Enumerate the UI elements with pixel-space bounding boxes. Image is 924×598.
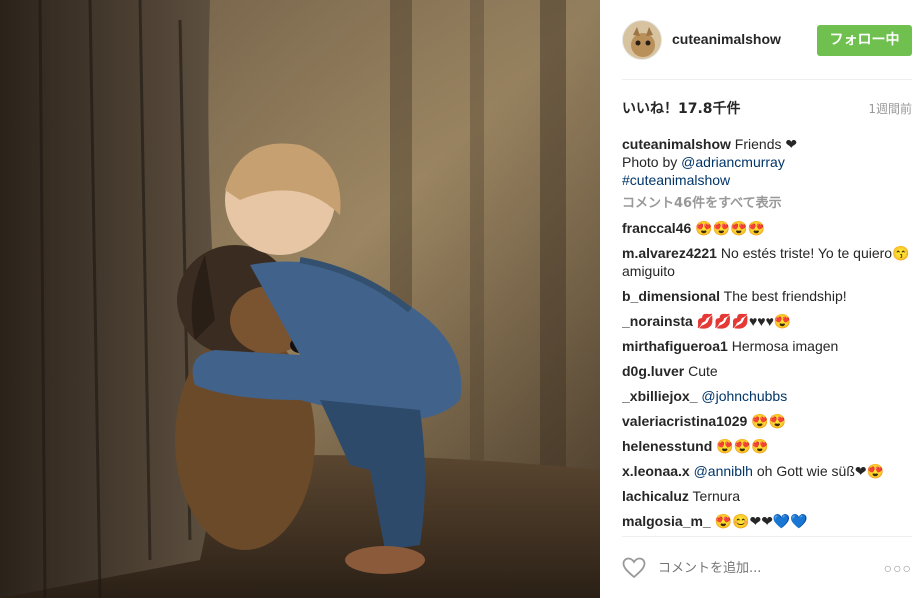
- caption-photo-by: Photo by: [622, 154, 682, 170]
- comment-author[interactable]: b_dimensional: [622, 288, 720, 304]
- comment-author[interactable]: mirthafigueroa1: [622, 338, 728, 354]
- comment-item: lachicaluz Ternura: [622, 487, 912, 505]
- comment-item: helenesstund 😍😍😍: [622, 437, 912, 455]
- add-comment-input[interactable]: [658, 557, 858, 579]
- comment-text: 😍😊❤❤💙💙: [710, 513, 808, 529]
- footer-divider: [622, 536, 912, 537]
- heart-outline-icon[interactable]: [622, 557, 646, 579]
- follow-button[interactable]: フォロー中: [817, 25, 912, 56]
- caption-photographer-link[interactable]: @adriancmurray: [681, 154, 785, 170]
- comments-list: cuteanimalshow Friends ❤ Photo by @adria…: [622, 135, 912, 535]
- comment-author[interactable]: d0g.luver: [622, 363, 684, 379]
- comment-item: _norainsta 💋💋💋♥♥♥😍: [622, 312, 912, 330]
- comment-item: valeriacristina1029 😍😍: [622, 412, 912, 430]
- post-username[interactable]: cuteanimalshow: [672, 31, 781, 47]
- comment-item: mirthafigueroa1 Hermosa imagen: [622, 337, 912, 355]
- comment-author[interactable]: helenesstund: [622, 438, 712, 454]
- likes-row: いいね！17.8千件 1週間前: [622, 98, 912, 118]
- photo-illustration: [0, 0, 600, 598]
- comment-author[interactable]: malgosia_m_: [622, 513, 711, 529]
- comment-item: malgosia_m_ 😍😊❤❤💙💙: [622, 512, 912, 530]
- comment-author[interactable]: valeriacristina1029: [622, 413, 747, 429]
- post-footer: ○○○: [622, 548, 912, 588]
- header-divider: [622, 79, 912, 80]
- caption-author[interactable]: cuteanimalshow: [622, 136, 731, 152]
- post-sidebar: cuteanimalshow フォロー中 いいね！17.8千件 1週間前 cut…: [600, 0, 924, 598]
- comment-mention[interactable]: @anniblh: [690, 463, 753, 479]
- comment-author[interactable]: franccal46: [622, 220, 691, 236]
- comment-entries: franccal46 😍😍😍😍 m.alvarez4221 No estés tr…: [622, 219, 912, 530]
- comment-text: oh Gott wie süß❤😍: [752, 463, 885, 479]
- comment-text: Hermosa imagen: [727, 338, 839, 354]
- avatar[interactable]: [622, 20, 662, 60]
- comment-item: d0g.luver Cute: [622, 362, 912, 380]
- comment-author[interactable]: _norainsta: [622, 313, 693, 329]
- post-header: cuteanimalshow フォロー中: [622, 18, 912, 62]
- post-timestamp[interactable]: 1週間前: [868, 100, 912, 117]
- caption-hashtag[interactable]: #cuteanimalshow: [622, 172, 730, 188]
- comment-item: franccal46 😍😍😍😍: [622, 219, 912, 237]
- likes-count[interactable]: いいね！17.8千件: [622, 98, 741, 118]
- comment-author[interactable]: m.alvarez4221: [622, 245, 717, 261]
- comment-item: _xbilliejox_ @johnchubbs: [622, 387, 912, 405]
- comment-text: 💋💋💋♥♥♥😍: [692, 313, 792, 329]
- comment-text: 😍😍: [747, 413, 787, 429]
- post-photo[interactable]: [0, 0, 600, 598]
- post-caption: cuteanimalshow Friends ❤ Photo by @adria…: [622, 135, 912, 189]
- comment-item: m.alvarez4221 No estés triste! Yo te qui…: [622, 244, 912, 280]
- avatar-image: [623, 21, 661, 59]
- comment-text: The best friendship!: [720, 288, 847, 304]
- comment-text: Cute: [684, 363, 718, 379]
- comment-item: b_dimensional The best friendship!: [622, 287, 912, 305]
- comment-text: 😍😍😍: [712, 438, 769, 454]
- comment-text: Ternura: [688, 488, 741, 504]
- comment-author[interactable]: lachicaluz: [622, 488, 689, 504]
- view-all-comments-link[interactable]: コメント46件をすべて表示: [622, 195, 912, 213]
- comment-mention[interactable]: @johnchubbs: [697, 388, 787, 404]
- comment-author[interactable]: x.leonaa.x: [622, 463, 690, 479]
- caption-text: Friends ❤: [730, 136, 798, 152]
- comment-text: 😍😍😍😍: [691, 220, 765, 236]
- comment-author[interactable]: _xbilliejox_: [622, 388, 697, 404]
- comment-item: x.leonaa.x @anniblh oh Gott wie süß❤😍: [622, 462, 912, 480]
- ellipsis-icon[interactable]: ○○○: [884, 560, 912, 576]
